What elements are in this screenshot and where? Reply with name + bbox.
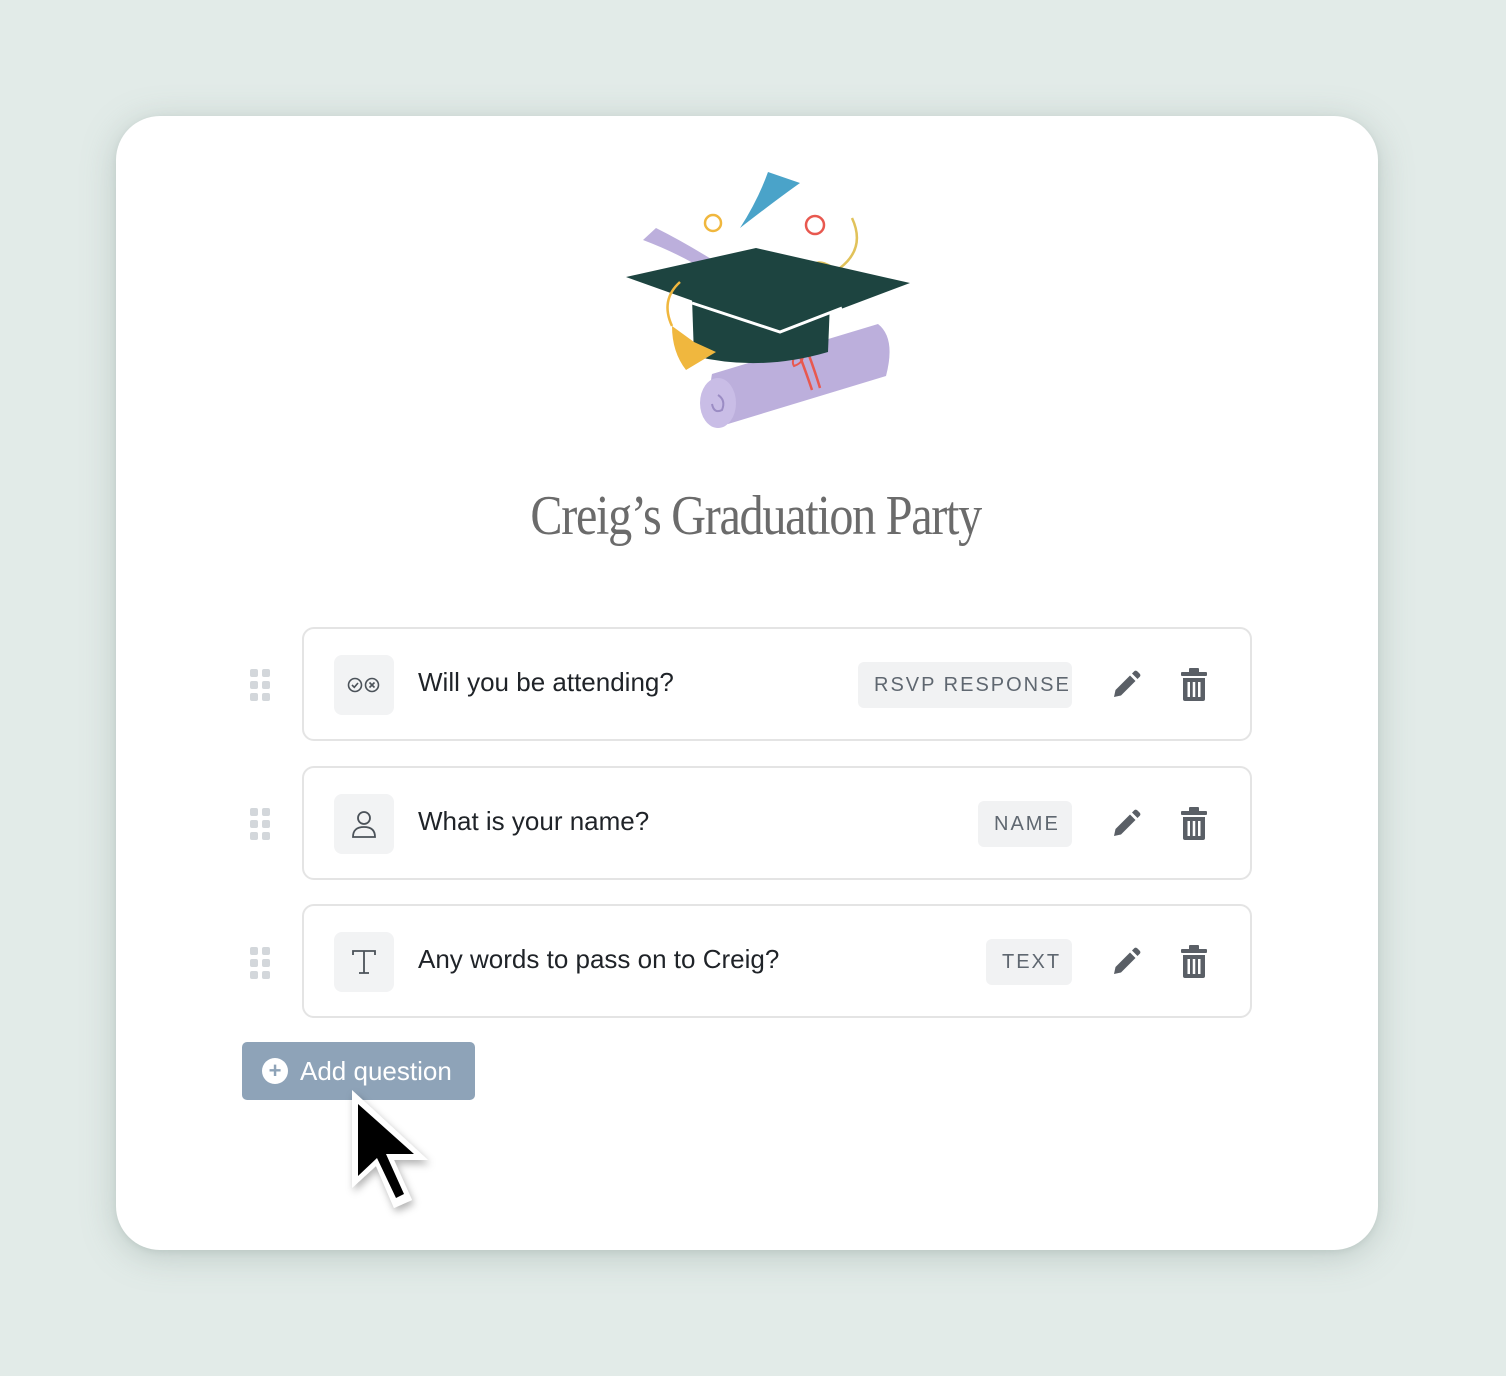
event-title: Creig’s Graduation Party xyxy=(530,485,982,547)
question-type-tag: TEXT xyxy=(986,939,1072,985)
graduation-cap-illustration xyxy=(626,172,910,428)
question-type-tag: NAME xyxy=(978,801,1072,847)
mouse-cursor-icon xyxy=(352,1090,428,1208)
question-row[interactable]: Any words to pass on to Creig? TEXT xyxy=(302,904,1252,1018)
pencil-icon[interactable] xyxy=(1106,665,1146,705)
question-type-tag: RSVP RESPONSE xyxy=(858,662,1072,708)
trash-icon[interactable] xyxy=(1174,942,1214,982)
question-text: Will you be attending? xyxy=(418,667,674,697)
question-row[interactable]: What is your name? NAME xyxy=(302,766,1252,880)
pencil-icon[interactable] xyxy=(1106,804,1146,844)
question-text: What is your name? xyxy=(418,806,650,836)
question-text: Any words to pass on to Creig? xyxy=(418,944,780,974)
question-row[interactable]: Will you be attending? RSVP RESPONSE xyxy=(302,627,1252,741)
trash-icon[interactable] xyxy=(1174,665,1214,705)
drag-handle-icon[interactable] xyxy=(250,947,272,979)
person-icon xyxy=(334,794,394,854)
drag-handle-icon[interactable] xyxy=(250,669,272,701)
rsvp-check-cross-icon xyxy=(334,655,394,715)
pencil-icon[interactable] xyxy=(1106,942,1146,982)
text-t-icon xyxy=(334,932,394,992)
drag-handle-icon[interactable] xyxy=(250,808,272,840)
add-question-label: Add question xyxy=(300,1055,452,1086)
trash-icon[interactable] xyxy=(1174,804,1214,844)
plus-circle-icon: + xyxy=(262,1058,288,1084)
